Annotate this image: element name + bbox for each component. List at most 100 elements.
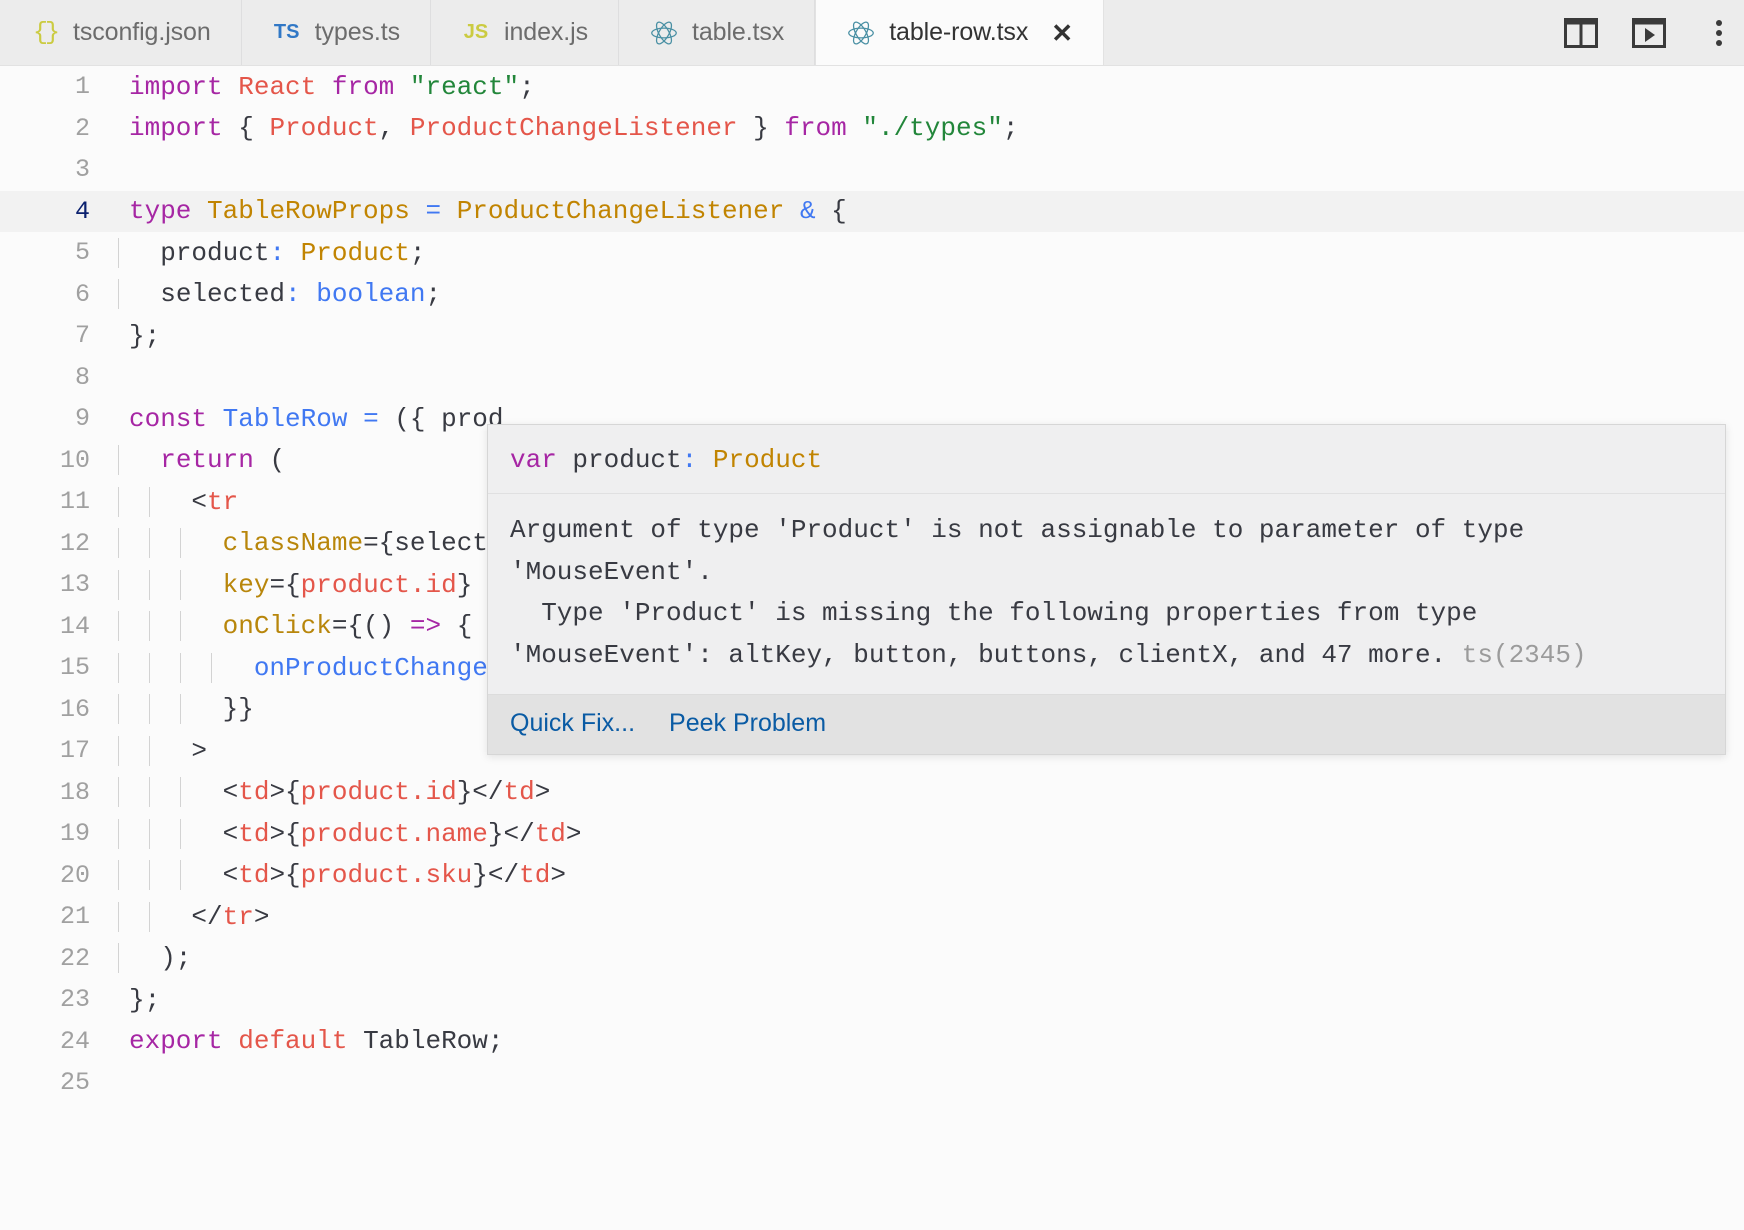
more-actions-icon[interactable] [1696,12,1738,54]
react-icon [649,18,679,48]
line-number: 3 [74,155,90,185]
line-content[interactable]: import React from "react"; [90,72,535,102]
quick-fix-link[interactable]: Quick Fix... [510,709,635,738]
hover-tooltip: var product: Product Argument of type 'P… [487,424,1726,756]
line-number: 2 [74,113,90,143]
tab-index-js[interactable]: JS index.js [431,0,619,65]
peek-problem-link[interactable]: Peek Problem [669,709,826,738]
line-content[interactable]: selected: boolean; [90,279,441,310]
code-line-active: 4 type TableRowProps = ProductChangeList… [0,190,1744,232]
line-number: 21 [59,902,90,932]
line-number: 6 [74,279,90,309]
line-number: 19 [59,819,90,849]
code-line: 5 product: Product; [0,232,1744,274]
tab-types-ts[interactable]: TS types.ts [241,0,432,65]
line-content[interactable] [90,362,145,392]
hover-signature: var product: Product [488,425,1725,494]
line-content[interactable]: import { Product, ProductChangeListener … [90,113,1018,143]
code-line: 6 selected: boolean; [0,274,1744,316]
tab-label: table.tsx [692,18,785,46]
hover-actions: Quick Fix... Peek Problem [488,694,1725,755]
code-line: 23 }; [0,979,1744,1021]
javascript-icon: JS [463,21,489,43]
editor-actions [1560,0,1744,65]
line-content[interactable]: <td>{product.name}</td> [90,818,582,849]
line-number: 10 [59,445,90,475]
line-number: 20 [59,860,90,890]
code-line: 22 ); [0,938,1744,980]
error-code: ts(2345) [1461,639,1587,670]
line-content[interactable]: key={product.id} [90,569,472,600]
line-number: 24 [59,1026,90,1056]
code-line: 7 }; [0,315,1744,357]
line-content[interactable] [90,1068,145,1098]
tab-label: tsconfig.json [73,18,211,46]
hover-message-line-last: 'MouseEvent': altKey, button, buttons, c… [510,635,1703,677]
line-number: 25 [59,1068,90,1098]
line-number: 18 [59,777,90,807]
line-content[interactable]: }; [90,321,160,351]
json-braces-icon: {} [32,18,60,47]
react-icon [846,18,876,48]
hover-message-line: Type 'Product' is missing the following … [510,598,1478,629]
code-editor[interactable]: 1 import React from "react"; 2 import { … [0,66,1744,1230]
split-editor-icon[interactable] [1560,12,1602,54]
hover-colon: : [681,445,698,475]
line-number: 8 [74,362,90,392]
code-line: 25 [0,1062,1744,1104]
hover-var-name: product [572,445,682,475]
hover-message-line: Argument of type 'Product' is not assign… [510,515,1525,545]
line-content[interactable]: export default TableRow; [90,1026,504,1056]
line-content[interactable]: return ( [90,445,285,476]
typescript-icon: TS [273,21,300,43]
line-number: 23 [59,985,90,1015]
hover-message-line: 'MouseEvent'. [510,556,713,587]
line-content[interactable]: ); [90,943,191,974]
tab-tsconfig-json[interactable]: {} tsconfig.json [0,0,242,65]
code-line: 24 export default TableRow; [0,1021,1744,1063]
line-content[interactable]: className={selecte [90,528,504,559]
line-number: 11 [59,487,90,517]
code-line: 20 <td>{product.sku}</td> [0,855,1744,897]
tab-label: index.js [504,18,588,46]
line-content[interactable]: type TableRowProps = ProductChangeListen… [90,196,847,226]
tab-bar-spacer [1104,0,1560,65]
line-number: 4 [74,196,90,226]
tab-table-tsx[interactable]: table.tsx [619,0,816,65]
line-content[interactable]: }} [90,694,254,725]
line-number: 15 [59,653,90,683]
line-number: 9 [74,404,90,434]
tab-label: table-row.tsx [889,18,1029,46]
line-content[interactable]: <td>{product.sku}</td> [90,860,566,891]
line-content[interactable]: > [90,735,207,766]
line-content[interactable]: const TableRow = ({ prod [90,404,504,434]
hover-message: Argument of type 'Product' is not assign… [488,494,1725,694]
tab-label: types.ts [314,18,401,46]
line-number: 5 [74,238,90,268]
line-number: 17 [59,736,90,766]
code-line: 2 import { Product, ProductChangeListene… [0,108,1744,150]
editor-tab-bar: {} tsconfig.json TS types.ts JS index.js… [0,0,1744,66]
code-line: 21 </tr> [0,896,1744,938]
tab-table-row-tsx[interactable]: table-row.tsx ✕ [815,0,1105,65]
line-content[interactable]: }; [90,985,160,1015]
line-number: 12 [59,528,90,558]
code-line: 3 [0,149,1744,191]
code-line: 19 <td>{product.name}</td> [0,813,1744,855]
line-content[interactable]: </tr> [90,901,269,932]
line-content[interactable]: product: Product; [90,237,425,268]
line-content[interactable]: onClick={() => { [90,611,472,642]
line-number: 13 [59,570,90,600]
line-number: 16 [59,694,90,724]
hover-keyword: var [510,445,557,475]
line-content[interactable]: <tr [90,486,238,517]
code-line: 1 import React from "react"; [0,66,1744,108]
line-content[interactable] [90,155,145,185]
code-line: 18 <td>{product.id}</td> [0,772,1744,814]
run-preview-icon[interactable] [1628,12,1670,54]
line-number: 22 [59,943,90,973]
code-line: 8 [0,357,1744,399]
line-content[interactable]: <td>{product.id}</td> [90,777,550,808]
close-icon[interactable]: ✕ [1051,20,1073,46]
line-number: 14 [59,611,90,641]
